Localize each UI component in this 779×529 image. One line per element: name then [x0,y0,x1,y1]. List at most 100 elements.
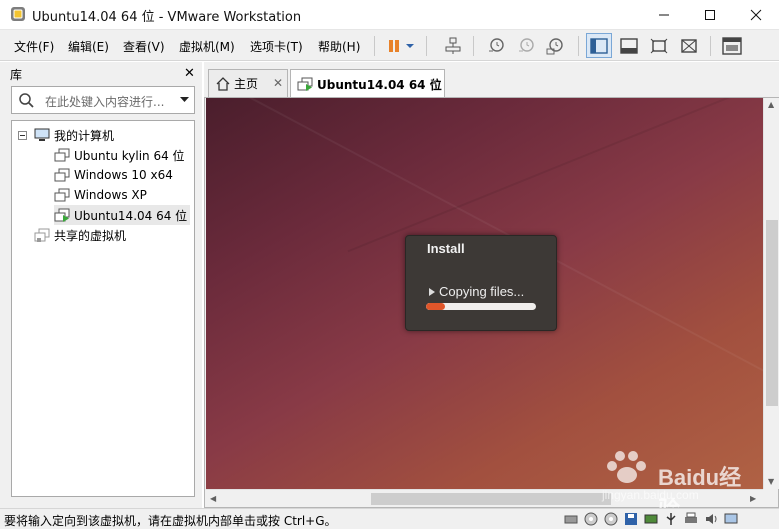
install-status: Copying files... [439,284,525,299]
vm-running-icon [54,208,70,222]
toolbar-separator [374,36,375,56]
scroll-right-icon[interactable]: ▶ [750,494,756,503]
menu-view[interactable]: 查看(V) [123,38,165,55]
expander-arrow-icon[interactable] [429,288,435,296]
toolbar-separator [578,36,579,56]
computer-icon [34,128,50,141]
show-library-button[interactable] [586,33,612,58]
network-adapter-icon[interactable] [644,512,658,526]
tree-item-vm[interactable]: Ubuntu kylin 64 位 [54,145,185,165]
menu-file[interactable]: 文件(F) [14,38,54,55]
menu-edit[interactable]: 编辑(E) [68,38,109,55]
tab-close-button[interactable]: ✕ [273,76,283,90]
tree-collapse-toggle[interactable] [18,131,27,140]
scroll-down-icon[interactable]: ▼ [768,477,774,486]
tab-home[interactable]: 主页 ✕ [208,69,288,97]
tree-item-shared-vms[interactable]: 共享的虚拟机 [34,225,126,245]
vm-icon [54,168,70,182]
vm-tree: 我的计算机 Ubuntu kylin 64 位 Windows 10 x64 W… [11,120,195,497]
menu-help[interactable]: 帮助(H) [318,38,360,55]
floppy-icon[interactable] [624,512,638,526]
thumbnail-layout-icon [620,37,638,54]
full-screen-button[interactable] [646,33,672,58]
library-title: 库 [10,68,23,82]
tab-close-button[interactable]: ✕ [429,76,439,90]
tree-item-label: 共享的虚拟机 [54,228,127,243]
clock-icon [489,37,504,52]
tab-label: Ubuntu14.04 64 位 [317,77,442,92]
scroll-up-icon[interactable]: ▲ [768,100,774,109]
vm-icon [54,188,70,202]
vm-icon [54,148,70,162]
chevron-down-icon [406,43,414,48]
menu-tabs[interactable]: 选项卡(T) [250,38,303,55]
minimize-button[interactable] [641,0,687,30]
tree-item-label: Ubuntu14.04 64 位 [74,208,188,223]
scroll-left-icon[interactable]: ◀ [210,494,216,503]
tree-item-vm-selected[interactable]: Ubuntu14.04 64 位 [54,205,191,225]
title-bar: Ubuntu14.04 64 位 - VMware Workstation [0,0,779,30]
clock-manager-icon [546,37,563,54]
install-dialog: Install Copying files... [405,235,557,331]
console-view-icon [722,36,742,55]
thumbnail-bar-button[interactable] [616,33,642,58]
network-icon [445,37,461,54]
horizontal-scrollbar[interactable]: ◀ ▶ [206,489,763,507]
tab-bar: 主页 ✕ Ubuntu14.04 64 位 ✕ [204,62,779,98]
toolbar-separator [710,36,711,56]
vm-console: Install Copying files... ▲ ▼ ◀ ▶ [204,97,779,508]
hard-disk-icon[interactable] [564,512,578,526]
status-bar: 要将输入定向到该虚拟机，请在虚拟机内部单击或按 Ctrl+G。 [0,508,779,529]
horizontal-scroll-thumb[interactable] [371,493,611,505]
vertical-scrollbar[interactable]: ▲ ▼ [763,98,779,489]
cd-rom-icon[interactable] [584,512,598,526]
search-icon [19,93,34,108]
clock-back-icon [519,37,534,52]
power-dropdown-button[interactable] [402,33,418,58]
tree-item-label: Ubuntu kylin 64 位 [74,148,185,163]
vertical-scroll-thumb[interactable] [766,220,778,406]
menu-toolbar: 文件(F) 编辑(E) 查看(V) 虚拟机(M) 选项卡(T) 帮助(H) [0,30,779,61]
unity-mode-button[interactable] [676,33,702,58]
vmware-app-icon [11,7,25,21]
printer-icon[interactable] [684,512,698,526]
vm-screen[interactable]: Install Copying files... [206,98,763,489]
vm-running-icon [297,77,313,91]
fullscreen-icon [650,38,668,53]
toolbar-separator [426,36,427,56]
usb-icon[interactable] [664,512,678,526]
menu-vm[interactable]: 虚拟机(M) [179,38,235,55]
status-message: 要将输入定向到该虚拟机，请在虚拟机内部单击或按 Ctrl+G。 [4,514,337,528]
close-window-button[interactable] [733,0,779,30]
maximize-button[interactable] [687,0,733,30]
close-icon [750,9,762,21]
search-dropdown-icon[interactable] [180,97,189,103]
sound-icon[interactable] [704,512,718,526]
pause-icon [389,39,399,52]
tab-label: 主页 [234,77,259,91]
snapshot-manager-button[interactable] [542,33,568,58]
tree-item-vm[interactable]: Windows XP [54,185,147,205]
install-progress-bar [426,303,536,310]
minimize-icon [659,14,669,16]
library-panel: 库 ✕ 在此处键入内容进行... 我的计算机 Ubuntu kylin 64 位… [0,62,202,508]
console-view-button[interactable] [719,33,745,58]
display-icon[interactable] [724,512,738,526]
window-title: Ubuntu14.04 64 位 - VMware Workstation [32,10,302,25]
snapshot-button[interactable] [483,33,509,58]
search-placeholder: 在此处键入内容进行... [45,95,165,109]
revert-snapshot-button[interactable] [513,33,539,58]
home-icon [216,76,230,91]
tree-item-my-computer[interactable]: 我的计算机 [34,125,114,145]
tree-item-label: Windows 10 x64 [74,168,173,182]
library-search-input[interactable]: 在此处键入内容进行... [11,86,195,114]
tree-item-label: Windows XP [74,188,147,202]
send-ctrl-alt-del-button[interactable] [440,33,466,58]
toolbar-separator [473,36,474,56]
tab-vm[interactable]: Ubuntu14.04 64 位 ✕ [290,69,445,98]
library-close-button[interactable]: ✕ [184,66,195,81]
sidebar-layout-icon [590,37,608,54]
tree-item-vm[interactable]: Windows 10 x64 [54,165,173,185]
maximize-icon [705,10,715,20]
cd-rom-icon[interactable] [604,512,618,526]
